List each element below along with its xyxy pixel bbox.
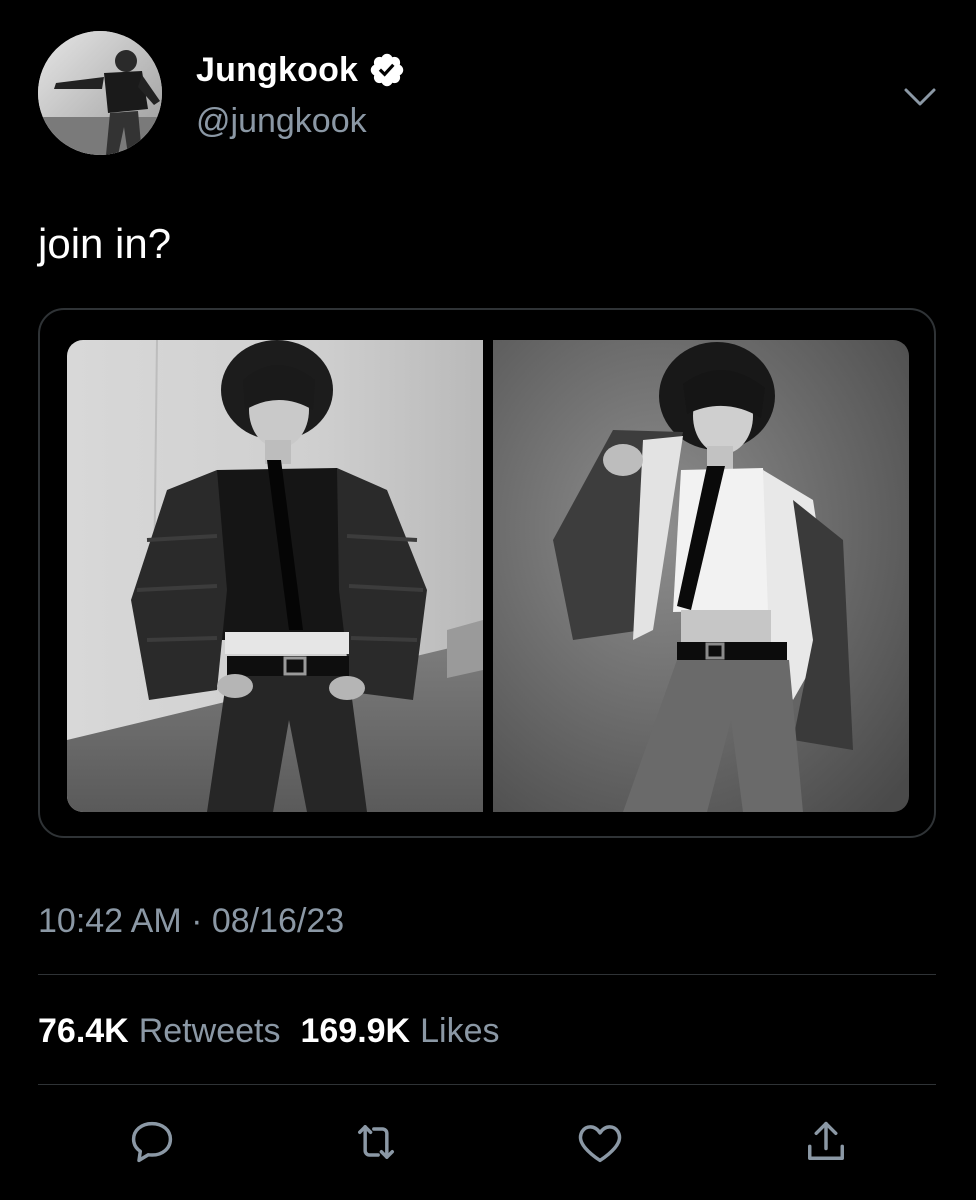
divider	[38, 974, 936, 975]
media-photo-right[interactable]	[493, 340, 909, 812]
chevron-down-icon[interactable]	[902, 82, 938, 112]
divider	[38, 1084, 936, 1085]
speech-bubble-icon	[131, 1121, 173, 1163]
verified-badge-icon	[368, 51, 406, 89]
tweet-timestamp[interactable]: 10:42 AM · 08/16/23	[38, 900, 344, 942]
heart-icon	[578, 1125, 622, 1163]
engagement-stats: 76.4K Retweets 169.9K Likes	[38, 1010, 499, 1052]
tweet-text: join in?	[38, 220, 172, 267]
avatar-photo	[38, 31, 162, 155]
likes-count: 169.9K	[300, 1012, 411, 1050]
likes-stat[interactable]: 169.9K Likes	[300, 1012, 499, 1050]
reply-button[interactable]	[126, 1116, 178, 1168]
retweet-arrows-icon	[358, 1125, 394, 1159]
share-button[interactable]	[800, 1116, 852, 1168]
retweets-count: 76.4K	[38, 1012, 129, 1050]
retweets-label: Retweets	[138, 1012, 281, 1050]
media-photo-left[interactable]	[67, 340, 483, 812]
like-button[interactable]	[574, 1116, 626, 1168]
likes-label: Likes	[420, 1012, 500, 1050]
retweets-stat[interactable]: 76.4K Retweets	[38, 1012, 280, 1050]
avatar[interactable]	[38, 31, 162, 155]
user-handle[interactable]: @jungkook	[196, 101, 367, 141]
display-name[interactable]: Jungkook	[196, 50, 358, 90]
retweet-button[interactable]	[350, 1116, 402, 1168]
share-upload-icon	[808, 1121, 844, 1160]
